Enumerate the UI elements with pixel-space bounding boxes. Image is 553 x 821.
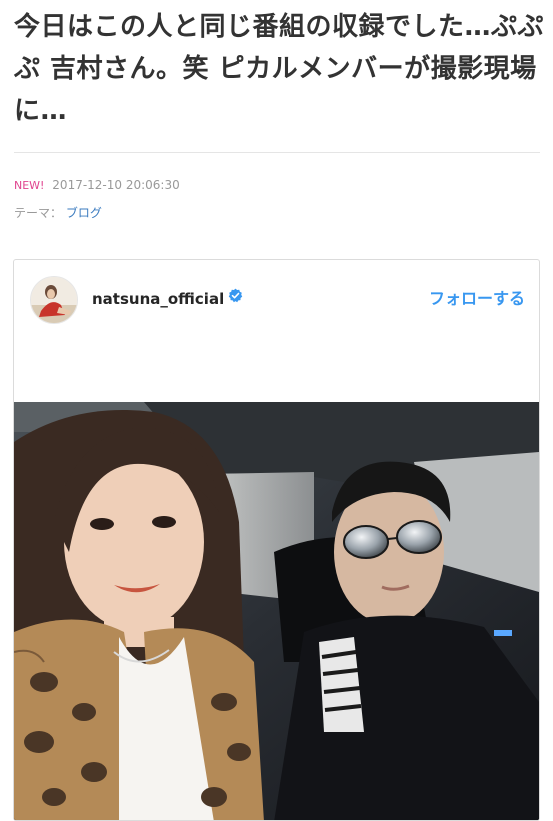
theme-link[interactable]: ブログ (66, 206, 102, 220)
theme-label: テーマ： (14, 206, 63, 220)
post-photo[interactable] (14, 402, 539, 820)
article-title: 今日はこの人と同じ番組の収録でした…ぷぷぷ 吉村さん。笑 ピカルメンバーが撮影現… (14, 12, 545, 126)
post-date: 2017-12-10 20:06:30 (52, 178, 180, 192)
follow-button[interactable]: フォローする (429, 288, 525, 310)
embed-header: natsuna_official フォローする (14, 260, 539, 340)
username-text[interactable]: natsuna_official (92, 290, 224, 308)
post-theme: テーマ： ブログ (14, 205, 102, 221)
instagram-embed: natsuna_official フォローする (13, 259, 540, 821)
embed-username[interactable]: natsuna_official (92, 288, 243, 309)
verified-badge-icon (228, 288, 243, 308)
avatar[interactable] (30, 276, 78, 324)
new-badge: NEW! (14, 179, 45, 192)
title-divider (14, 152, 540, 153)
post-meta: NEW! 2017-12-10 20:06:30 (14, 177, 180, 194)
